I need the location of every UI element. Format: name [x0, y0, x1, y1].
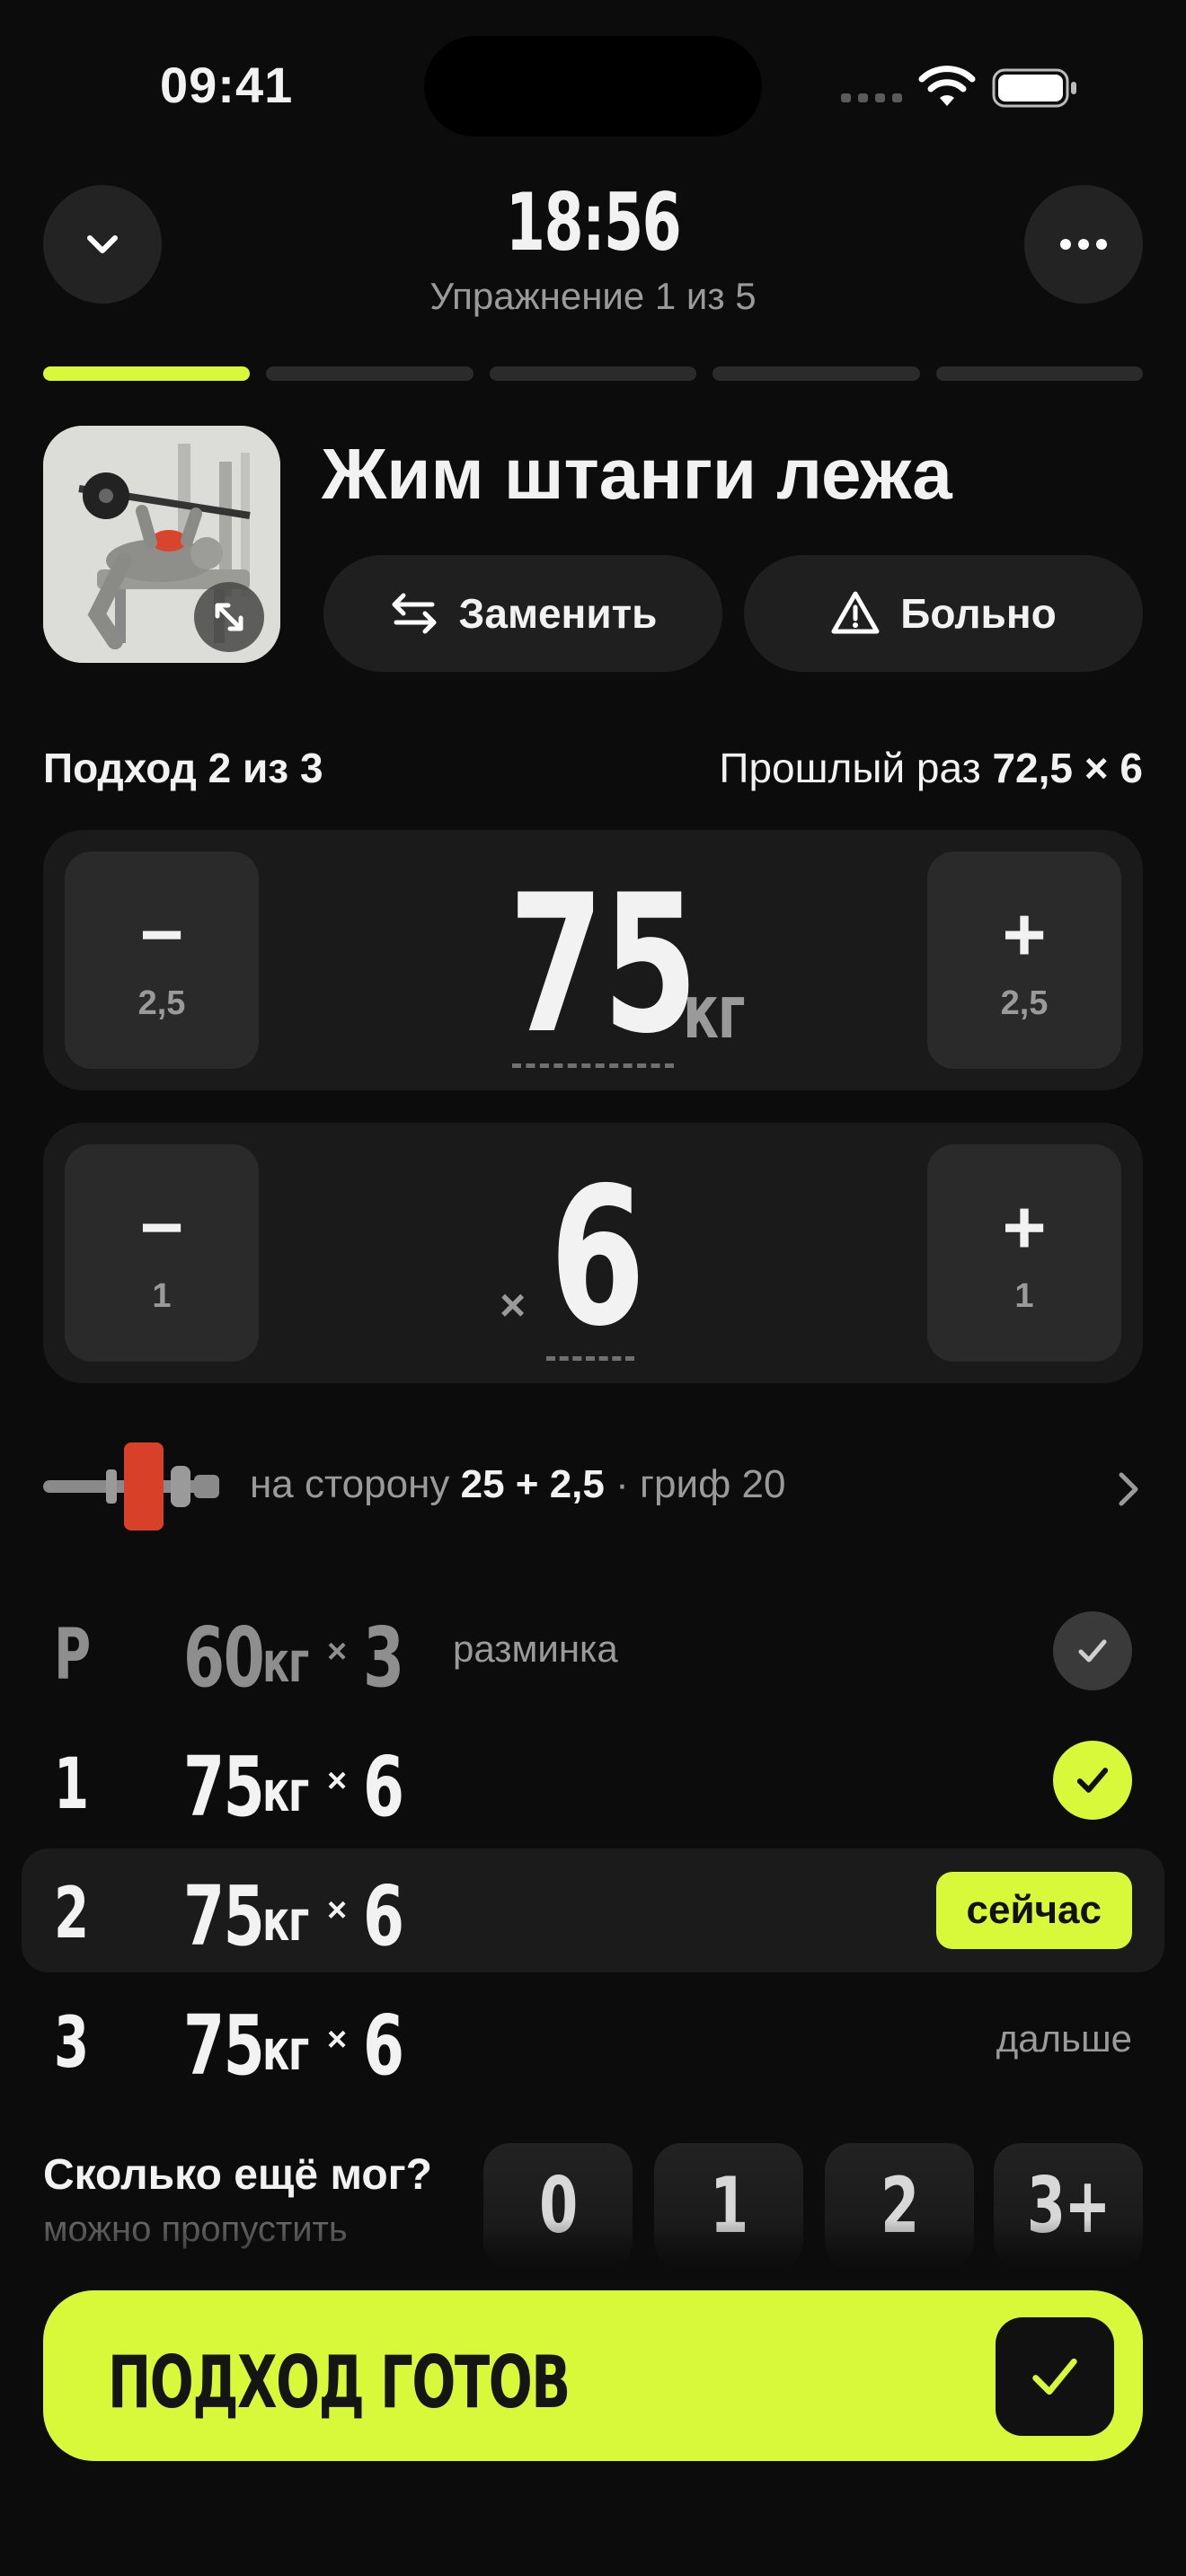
report-pain-button[interactable]: Больно	[744, 555, 1143, 672]
reps-step-label: 1	[1014, 1276, 1034, 1315]
set-unit: кг	[262, 1888, 309, 1954]
expand-arrows-icon	[215, 603, 243, 631]
workout-timer: 18:56	[323, 176, 863, 269]
replace-exercise-button[interactable]: Заменить	[323, 555, 722, 672]
battery-icon	[992, 68, 1076, 108]
reps-multiply-sign: ×	[500, 1280, 527, 1330]
last-time-prefix: Прошлый раз	[719, 745, 981, 791]
set-done-label: ПОДХОД ГОТОВ	[108, 2341, 571, 2424]
set-row-2-current[interactable]: 2 75 кг × 6 сейчас	[22, 1848, 1164, 1972]
reps-step-label: 1	[152, 1276, 172, 1315]
progress-segment	[935, 366, 1144, 381]
plus-icon: +	[1002, 891, 1047, 976]
wifi-icon	[918, 66, 976, 106]
set-unit: кг	[262, 1629, 309, 1695]
set-note: разминка	[453, 1628, 618, 1670]
exercise-progress-bar	[43, 366, 1144, 381]
progress-segment	[43, 366, 251, 381]
set-weight: 75	[183, 1998, 265, 2094]
chevron-right-icon[interactable]	[1111, 1468, 1146, 1511]
plates-per-side-value: 25 + 2,5	[460, 1462, 605, 1506]
set-multiply: ×	[327, 1633, 348, 1671]
minus-icon: −	[139, 1184, 184, 1269]
next-set-label: дальше	[996, 2017, 1132, 2060]
more-options-button[interactable]	[1024, 185, 1143, 304]
set-unit: кг	[262, 2017, 309, 2083]
checkmark-icon	[1078, 1639, 1107, 1663]
set-done-button[interactable]: ПОДХОД ГОТОВ	[43, 2290, 1143, 2461]
set-weight: 75	[183, 1868, 265, 1964]
weight-unit: кг	[683, 970, 745, 1055]
timer-text: 18:56	[505, 176, 682, 269]
weight-step-label: 2,5	[1000, 984, 1049, 1022]
set-multiply: ×	[327, 1892, 348, 1929]
dynamic-island	[424, 36, 762, 137]
checkmark-icon	[1032, 2358, 1077, 2395]
set-completed-check[interactable]	[1053, 1741, 1132, 1820]
set-unit: кг	[262, 1759, 309, 1824]
set-index: 1	[54, 1744, 89, 1825]
set-reps: 6	[363, 1868, 404, 1964]
set-reps: 3	[363, 1610, 404, 1706]
checkmark-icon	[1076, 1768, 1109, 1793]
barbell-plates-icon	[43, 1442, 219, 1531]
replace-label: Заменить	[458, 590, 658, 637]
set-index: Р	[54, 1615, 91, 1696]
set-row-warmup[interactable]: Р 60 кг × 3 разминка	[22, 1590, 1164, 1714]
weight-value[interactable]: 75	[509, 866, 698, 1063]
chevron-down-icon	[87, 235, 118, 253]
current-set-badge: сейчас	[935, 1872, 1132, 1949]
collapse-button[interactable]	[43, 185, 162, 304]
expand-image-button[interactable]	[194, 582, 264, 652]
reps-value[interactable]: 6	[550, 1159, 645, 1356]
progress-segment	[489, 366, 697, 381]
scroll-fade	[0, 2219, 1186, 2290]
swap-arrows-icon	[392, 593, 437, 634]
weight-increase-button[interactable]: + 2,5	[927, 851, 1121, 1069]
set-index: 3	[54, 2003, 89, 2084]
set-multiply: ×	[327, 1762, 348, 1800]
set-row-1[interactable]: 1 75 кг × 6	[22, 1719, 1164, 1843]
status-time: 09:41	[160, 57, 294, 113]
weight-step-label: 2,5	[137, 984, 186, 1022]
reps-decrease-button[interactable]: − 1	[65, 1144, 259, 1362]
warning-triangle-icon	[831, 591, 880, 634]
ellipsis-icon	[1060, 239, 1107, 250]
set-weight: 60	[183, 1610, 265, 1706]
set-completed-check[interactable]	[1053, 1611, 1132, 1690]
reps-increase-button[interactable]: + 1	[927, 1144, 1121, 1362]
reps-edit-underline	[546, 1356, 634, 1361]
set-counter: Подход 2 из 3	[43, 745, 323, 791]
done-check-box	[996, 2317, 1114, 2436]
weight-decrease-button[interactable]: − 2,5	[65, 851, 259, 1069]
set-index: 2	[54, 1874, 89, 1954]
plates-prefix: на сторону	[250, 1462, 450, 1506]
set-row-3[interactable]: 3 75 кг × 6 дальше	[22, 1978, 1164, 2102]
set-weight: 75	[183, 1739, 265, 1835]
set-reps: 6	[363, 1998, 404, 2094]
exercise-title: Жим штанги лежа	[322, 434, 952, 514]
set-multiply: ×	[327, 2021, 348, 2059]
plus-icon: +	[1002, 1184, 1047, 1269]
plates-bar-weight: · гриф 20	[615, 1462, 786, 1506]
cellular-signal-icon	[841, 93, 902, 106]
hurts-label: Больно	[900, 590, 1057, 637]
progress-segment	[712, 366, 920, 381]
minus-icon: −	[139, 891, 184, 976]
progress-segment	[266, 366, 474, 381]
reps-in-reserve-question: Сколько ещё мог?	[43, 2151, 432, 2199]
plates-per-side[interactable]: на сторону 25 + 2,5 · гриф 20	[250, 1462, 785, 1507]
last-time-result: Прошлый раз 72,5 × 6	[719, 744, 1143, 792]
weight-edit-underline	[512, 1063, 674, 1068]
last-time-value: 72,5 × 6	[992, 745, 1143, 791]
exercise-counter: Упражнение 1 из 5	[429, 275, 757, 317]
set-reps: 6	[363, 1739, 404, 1835]
